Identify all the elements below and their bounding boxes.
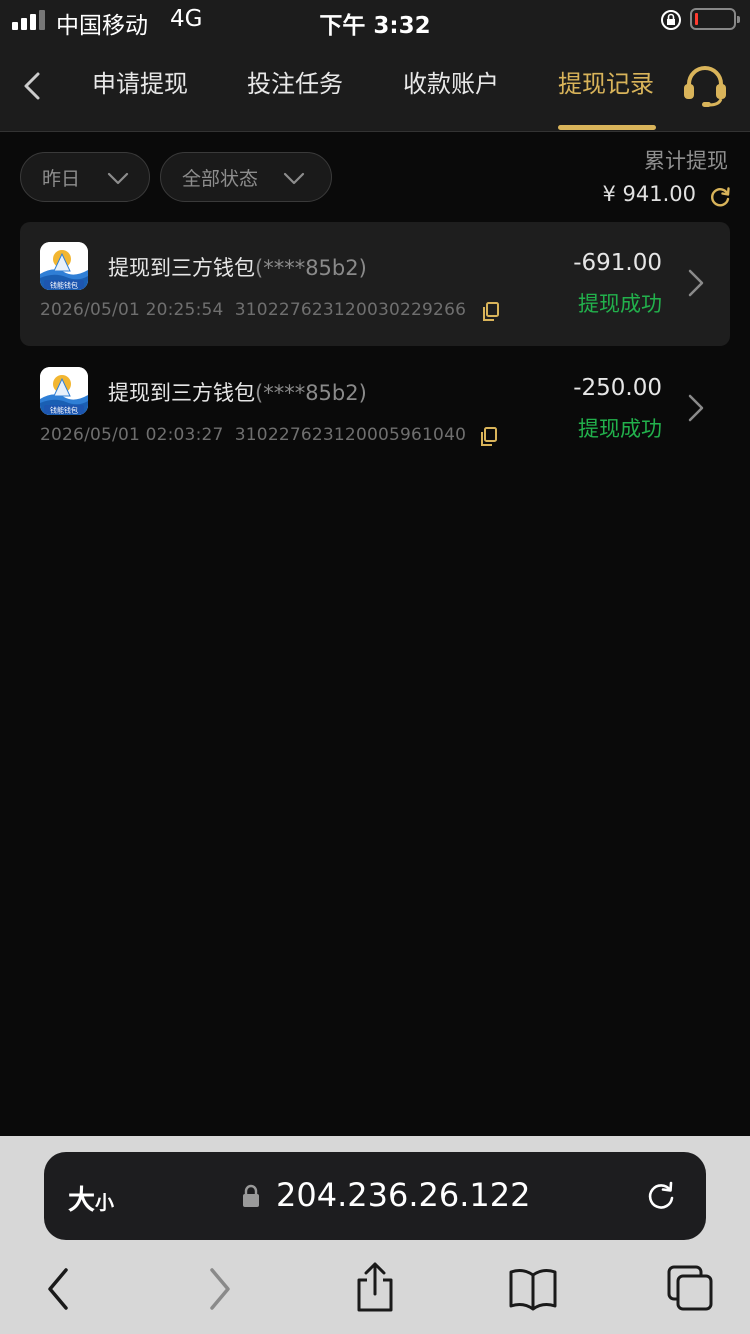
- date-filter-dropdown[interactable]: 昨日: [20, 152, 150, 202]
- copy-icon[interactable]: [482, 302, 500, 322]
- record-status: 提现成功: [578, 417, 662, 441]
- address-bar[interactable]: 大小 204.236.26.122: [44, 1152, 706, 1240]
- text-size-button[interactable]: 大小: [68, 1178, 114, 1217]
- record-title: 提现到三方钱包(****85b2): [108, 377, 367, 407]
- share-icon[interactable]: [354, 1260, 396, 1314]
- status-filter-dropdown[interactable]: 全部状态: [160, 152, 332, 202]
- orientation-lock-icon: [661, 10, 681, 30]
- battery-icon: [690, 8, 740, 30]
- withdraw-record-row[interactable]: 钱能钱包 提现到三方钱包(****85b2) 2026/05/01 02:03:…: [20, 347, 730, 471]
- back-chevron-icon[interactable]: [18, 68, 48, 104]
- chevron-down-icon: [283, 172, 305, 185]
- tab-payee-accounts[interactable]: 收款账户: [403, 66, 499, 106]
- record-title-text: 提现到三方钱包: [108, 381, 255, 405]
- status-filter-label: 全部状态: [182, 167, 259, 190]
- reload-icon[interactable]: [644, 1178, 678, 1212]
- record-title-text: 提现到三方钱包: [108, 256, 255, 280]
- browser-back-icon[interactable]: [44, 1266, 72, 1312]
- chevron-right-icon: [688, 269, 704, 297]
- bookmarks-icon[interactable]: [508, 1266, 558, 1312]
- url-text[interactable]: 204.236.26.122: [276, 1176, 530, 1214]
- record-meta: 2026/05/01 20:25:54 31022762312003022926…: [40, 300, 466, 320]
- total-withdrawn-value: ¥ 941.00: [602, 182, 696, 206]
- text-size-big: 大: [68, 1185, 95, 1216]
- customer-service-headset-icon[interactable]: [682, 64, 728, 108]
- tab-withdraw-records[interactable]: 提现记录: [558, 66, 654, 106]
- chevron-down-icon: [107, 172, 129, 185]
- clock: 下午 3:32: [319, 13, 431, 39]
- record-amount: -250.00: [573, 375, 662, 401]
- wallet-app-icon: 钱能钱包: [40, 367, 88, 415]
- tab-bar: 申请提现 投注任务 收款账户 提现记录: [0, 40, 750, 132]
- wallet-app-icon: 钱能钱包: [40, 242, 88, 290]
- refresh-icon[interactable]: [708, 185, 732, 209]
- browser-forward-icon[interactable]: [206, 1266, 234, 1312]
- status-bar: 中国移动 4G 下午 3:32: [0, 0, 750, 40]
- record-datetime: 2026/05/01 02:03:27: [40, 425, 224, 445]
- tab-apply-withdraw[interactable]: 申请提现: [92, 66, 188, 106]
- withdraw-record-row[interactable]: 钱能钱包 提现到三方钱包(****85b2) 2026/05/01 20:25:…: [20, 222, 730, 346]
- copy-icon[interactable]: [480, 427, 498, 447]
- chevron-right-icon: [688, 394, 704, 422]
- record-amount: -691.00: [573, 250, 662, 276]
- record-datetime: 2026/05/01 20:25:54: [40, 300, 224, 320]
- text-size-small: 小: [95, 1192, 115, 1214]
- record-order-no: 310227623120005961040: [234, 425, 467, 445]
- wallet-icon-text: 钱能钱包: [50, 281, 78, 290]
- tabs-icon[interactable]: [666, 1264, 714, 1312]
- lock-icon: [243, 1184, 259, 1207]
- wallet-icon-text: 钱能钱包: [50, 406, 78, 415]
- record-meta: 2026/05/01 02:03:27 31022762312000596104…: [40, 425, 466, 445]
- record-order-no: 310227623120030229266: [234, 300, 467, 320]
- account-mask: (****85b2): [255, 381, 367, 405]
- record-title: 提现到三方钱包(****85b2): [108, 252, 367, 282]
- tab-betting-tasks[interactable]: 投注任务: [247, 66, 343, 106]
- browser-toolbar: 大小 204.236.26.122: [0, 1136, 750, 1334]
- total-withdrawn-label: 累计提现: [644, 149, 728, 173]
- active-tab-indicator: [558, 125, 656, 130]
- date-filter-label: 昨日: [42, 167, 81, 190]
- account-mask: (****85b2): [255, 256, 367, 280]
- record-status: 提现成功: [578, 292, 662, 316]
